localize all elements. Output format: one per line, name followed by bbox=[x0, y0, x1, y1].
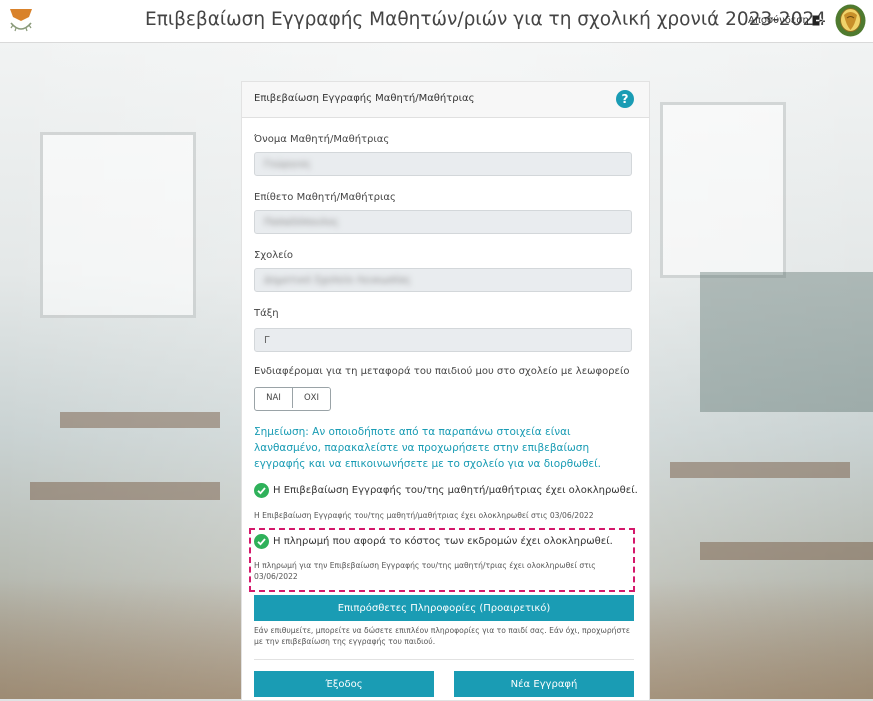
cyprus-emblem-icon bbox=[835, 4, 866, 37]
registration-status-text: Η Επιβεβαίωση Εγγραφής του/της μαθητή/μα… bbox=[273, 485, 638, 496]
logout-icon bbox=[812, 15, 823, 26]
school-value: Δημοτικό Σχολείο Λευκωσίας bbox=[264, 275, 411, 286]
payment-date-text: Η πληρωμή για την Επιβεβαίωση Εγγραφής τ… bbox=[254, 561, 596, 581]
card-header: Επιβεβαίωση Εγγραφής Μαθητή/Μαθήτριας ? bbox=[242, 82, 649, 118]
class-field: Γ bbox=[254, 328, 632, 352]
school-label: Σχολείο bbox=[254, 250, 294, 261]
first-name-field: Γεώργιος bbox=[254, 152, 632, 176]
cyprus-map-logo-icon bbox=[10, 9, 32, 32]
exit-button[interactable]: Έξοδος bbox=[254, 671, 434, 697]
background-desk bbox=[670, 462, 850, 478]
school-field: Δημοτικό Σχολείο Λευκωσίας bbox=[254, 268, 632, 292]
bus-yes-option[interactable]: ΝΑΙ bbox=[255, 388, 292, 408]
bus-no-option[interactable]: ΟΧΙ bbox=[292, 388, 330, 408]
card-title: Επιβεβαίωση Εγγραφής Μαθητή/Μαθήτριας bbox=[254, 93, 475, 104]
background-desk bbox=[700, 542, 873, 560]
background-desk bbox=[30, 482, 220, 500]
last-name-value: Παπαδόπουλος bbox=[264, 217, 339, 228]
payment-status: Η πληρωμή που αφορά το κόστος των εκδρομ… bbox=[254, 534, 613, 549]
divider bbox=[254, 659, 634, 660]
class-value: Γ bbox=[264, 335, 270, 346]
class-label: Τάξη bbox=[254, 308, 279, 319]
background-window bbox=[40, 132, 196, 318]
registration-status: Η Επιβεβαίωση Εγγραφής του/της μαθητή/μα… bbox=[254, 483, 638, 498]
correction-note: Σημείωση: Αν οποιοδήποτε από τα παραπάνω… bbox=[254, 426, 602, 470]
background-board bbox=[700, 272, 873, 412]
new-registration-button[interactable]: Νέα Εγγραφή bbox=[454, 671, 634, 697]
last-name-label: Επίθετο Μαθητή/Μαθήτριας bbox=[254, 192, 396, 203]
bus-transport-toggle: ΝΑΙ ΟΧΙ bbox=[254, 387, 331, 411]
registration-date-text: Η Επιβεβαίωση Εγγραφής του/της μαθητή/μα… bbox=[254, 511, 594, 520]
payment-status-text: Η πληρωμή που αφορά το κόστος των εκδρομ… bbox=[273, 536, 613, 547]
logout-link[interactable]: Αποσύνδεση bbox=[748, 15, 823, 26]
bus-transport-label: Ενδιαφέρομαι για τη μεταφορά του παιδιού… bbox=[254, 366, 630, 377]
extra-info-hint: Εάν επιθυμείτε, μπορείτε να δώσετε επιπλ… bbox=[254, 626, 630, 646]
extra-info-button[interactable]: Επιπρόσθετες Πληροφορίες (Προαιρετικό) bbox=[254, 595, 634, 621]
check-circle-icon bbox=[254, 483, 269, 498]
first-name-value: Γεώργιος bbox=[264, 159, 311, 170]
page-title: Επιβεβαίωση Εγγραφής Μαθητών/ριών για τη… bbox=[145, 9, 827, 30]
background-desk bbox=[60, 412, 220, 428]
top-header: Επιβεβαίωση Εγγραφής Μαθητών/ριών για τη… bbox=[0, 0, 873, 43]
last-name-field: Παπαδόπουλος bbox=[254, 210, 632, 234]
registration-card: Επιβεβαίωση Εγγραφής Μαθητή/Μαθήτριας ? … bbox=[241, 81, 650, 701]
help-icon[interactable]: ? bbox=[616, 90, 634, 108]
check-circle-icon bbox=[254, 534, 269, 549]
background-window bbox=[660, 102, 786, 278]
first-name-label: Όνομα Μαθητή/Μαθήτριας bbox=[254, 134, 390, 145]
logout-label: Αποσύνδεση bbox=[748, 15, 809, 26]
